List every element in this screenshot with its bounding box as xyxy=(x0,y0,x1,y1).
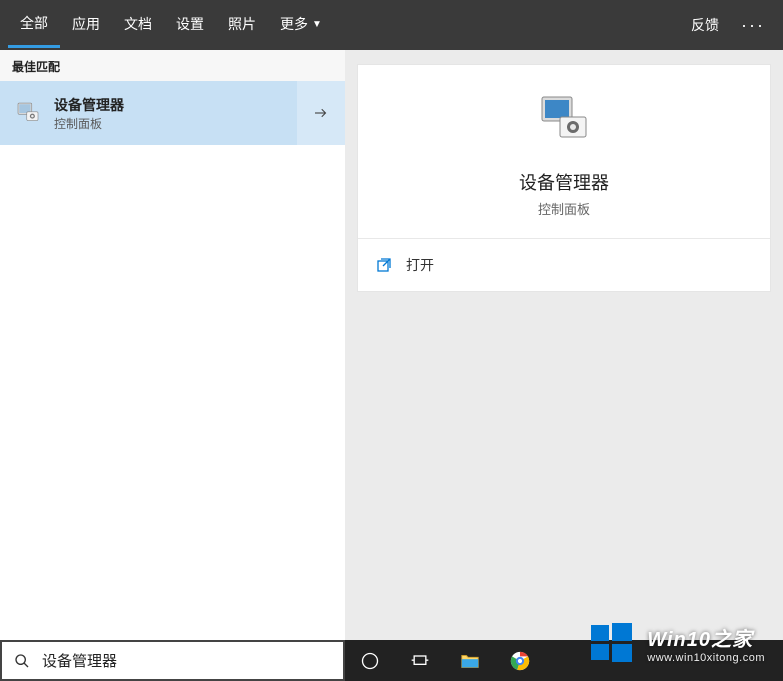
ellipsis-icon: ··· xyxy=(741,15,765,36)
detail-header: 设备管理器 控制面板 xyxy=(358,65,770,239)
cortana-icon xyxy=(360,651,380,671)
chrome-icon xyxy=(509,650,531,672)
result-device-manager[interactable]: 设备管理器 控制面板 xyxy=(0,81,345,145)
task-view-button[interactable] xyxy=(395,640,445,681)
search-icon xyxy=(14,653,30,669)
file-explorer-button[interactable] xyxy=(445,640,495,681)
detail-title: 设备管理器 xyxy=(368,169,760,195)
tab-label: 应用 xyxy=(72,14,100,34)
feedback-link[interactable]: 反馈 xyxy=(679,0,731,50)
search-tabs: 全部 应用 文档 设置 照片 更多 ▼ 反馈 ··· xyxy=(0,0,783,50)
action-open[interactable]: 打开 xyxy=(358,239,770,291)
result-expand-button[interactable] xyxy=(297,81,345,145)
cortana-button[interactable] xyxy=(345,640,395,681)
open-icon xyxy=(376,257,392,273)
result-subtitle: 控制面板 xyxy=(54,115,124,132)
search-input[interactable] xyxy=(42,652,331,669)
device-manager-icon xyxy=(10,95,46,131)
tab-label: 文档 xyxy=(124,14,152,34)
tab-label: 全部 xyxy=(20,13,48,33)
tab-label: 更多 xyxy=(280,14,308,34)
result-title: 设备管理器 xyxy=(54,95,124,115)
chrome-button[interactable] xyxy=(495,640,545,681)
detail-panel: 设备管理器 控制面板 打开 xyxy=(345,50,783,640)
tab-apps[interactable]: 应用 xyxy=(60,0,112,48)
action-label: 打开 xyxy=(406,255,434,275)
tab-settings[interactable]: 设置 xyxy=(164,0,216,48)
search-bar[interactable] xyxy=(0,640,345,681)
results-panel: 最佳匹配 设备管理器 控制面板 xyxy=(0,50,345,640)
file-explorer-icon xyxy=(459,650,481,672)
feedback-label: 反馈 xyxy=(691,15,719,35)
options-menu-button[interactable]: ··· xyxy=(731,0,775,50)
tab-photos[interactable]: 照片 xyxy=(216,0,268,48)
search-content: 最佳匹配 设备管理器 控制面板 xyxy=(0,50,783,640)
tab-label: 设置 xyxy=(176,14,204,34)
detail-card: 设备管理器 控制面板 打开 xyxy=(357,64,771,292)
arrow-right-icon xyxy=(312,104,330,122)
result-text: 设备管理器 控制面板 xyxy=(54,95,124,132)
tab-documents[interactable]: 文档 xyxy=(112,0,164,48)
tab-more[interactable]: 更多 ▼ xyxy=(268,0,334,48)
task-view-icon xyxy=(410,651,430,671)
tab-label: 照片 xyxy=(228,14,256,34)
chevron-down-icon: ▼ xyxy=(312,19,322,30)
detail-subtitle: 控制面板 xyxy=(368,199,760,218)
section-best-match: 最佳匹配 xyxy=(0,50,345,81)
tab-all[interactable]: 全部 xyxy=(8,0,60,48)
device-manager-icon xyxy=(532,89,596,153)
taskbar xyxy=(345,640,783,681)
